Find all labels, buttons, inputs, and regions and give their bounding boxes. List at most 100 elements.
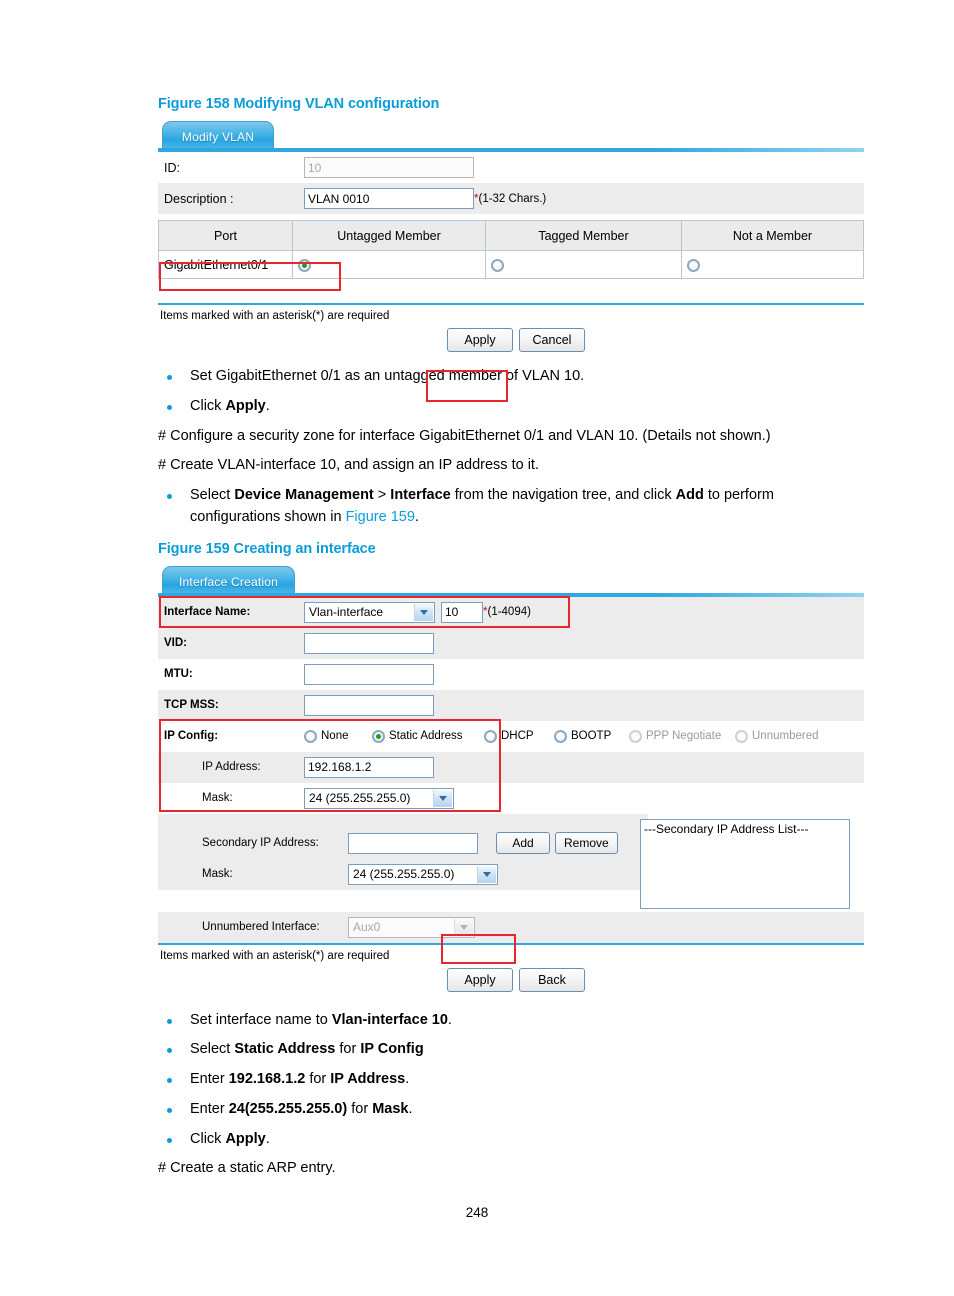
figure-158-caption: Figure 158 Modifying VLAN configuration	[158, 96, 440, 112]
interface-type-select[interactable]: Vlan-interface	[304, 601, 435, 623]
column-header-not-a-member: Not a Member	[681, 220, 864, 251]
b3-bold-ip: 192.168.1.2	[228, 1071, 306, 1087]
b2-mid: for	[335, 1041, 361, 1058]
radio-label-unnumbered: Unnumbered	[752, 730, 819, 742]
b2-prefix: Select	[190, 1041, 235, 1058]
unnumbered-interface-select: Aux0	[348, 916, 475, 938]
secondary-spacer-row	[158, 813, 648, 828]
b4-bold-mask-value: 24(255.255.255.0)	[228, 1100, 348, 1117]
radio-option-static-address[interactable]: Static Address	[372, 729, 484, 743]
ip-config-row: IP Config: None Static Address DHCP BOOT…	[158, 720, 864, 752]
ip-address-input[interactable]	[304, 756, 434, 778]
cross-reference-figure-159[interactable]: Figure 159	[346, 509, 415, 525]
b3-suffix: .	[405, 1071, 410, 1087]
mtu-input[interactable]	[304, 663, 434, 685]
radio-dhcp[interactable]	[484, 729, 497, 743]
cell-port-name: GigabitEthernet0/1	[158, 250, 293, 279]
interface-creation-panel: Interface Creation Interface Name: Vlan-…	[158, 565, 864, 992]
cell-untagged-member[interactable]	[292, 250, 486, 279]
mask-select[interactable]: 24 (255.255.255.0)	[304, 787, 454, 809]
radio-option-bootp[interactable]: BOOTP	[554, 729, 629, 743]
secondary-mask-row: Mask: 24 (255.255.255.0)	[158, 858, 648, 890]
list-item: Click Apply.	[158, 1129, 864, 1151]
secondary-mask-selected-value: 24 (255.255.255.0)	[353, 866, 455, 881]
radio-label-bootp: BOOTP	[571, 730, 612, 742]
radio-label-static-address: Static Address	[389, 730, 463, 742]
radio-label-ppp-negotiate: PPP Negotiate	[646, 730, 722, 742]
bullet-text-select: Select	[190, 487, 235, 503]
radio-option-dhcp[interactable]: DHCP	[484, 729, 554, 743]
bullet-bold-device-management: Device Management	[234, 487, 374, 503]
cancel-button[interactable]: Cancel	[519, 328, 585, 352]
list-item: Select Static Address for IP Config	[158, 1039, 864, 1061]
bullet-text-set-untagged: Set GigabitEthernet 0/1 as an untagged m…	[190, 368, 585, 384]
bullet-bold-add: Add	[675, 487, 704, 503]
vlan-description-hint: (1-32 Chars.)	[478, 192, 547, 205]
paragraph-create-vlan-interface: # Create VLAN-interface 10, and assign a…	[158, 457, 539, 474]
vlan-description-row: Description : * (1-32 Chars.)	[158, 183, 864, 214]
tcp-mss-row: TCP MSS:	[158, 689, 864, 721]
vlan-required-note: Items marked with an asterisk(*) are req…	[160, 310, 390, 322]
radio-static-address[interactable]	[372, 729, 385, 743]
apply-button[interactable]: Apply	[447, 967, 513, 992]
page-number: 248	[465, 1205, 489, 1220]
b4-mid: for	[347, 1100, 373, 1117]
secondary-mask-label: Mask:	[202, 868, 233, 880]
chevron-down-icon	[414, 603, 433, 621]
chevron-down-icon	[433, 789, 452, 807]
secondary-bottom-spacer	[158, 889, 648, 912]
add-button[interactable]: Add	[496, 832, 550, 854]
tcp-mss-input[interactable]	[304, 694, 434, 716]
mtu-row: MTU:	[158, 658, 864, 690]
apply-button[interactable]: Apply	[447, 328, 513, 352]
remove-button[interactable]: Remove	[555, 832, 618, 854]
bullet-period: .	[265, 397, 270, 414]
secondary-mask-select[interactable]: 24 (255.255.255.0)	[348, 863, 498, 885]
figure-159-caption: Figure 159 Creating an interface	[158, 540, 376, 557]
secondary-list-header: ---Secondary IP Address List---	[644, 821, 809, 836]
radio-unnumbered	[735, 729, 748, 743]
mtu-label: MTU:	[164, 668, 193, 680]
vlan-description-input[interactable]	[304, 188, 474, 209]
column-header-untagged-member: Untagged Member	[292, 220, 486, 251]
b3-bold-ip-address: IP Address	[330, 1071, 406, 1087]
secondary-ip-address-listbox[interactable]: ---Secondary IP Address List---	[640, 818, 850, 909]
radio-untagged-member[interactable]	[298, 258, 311, 272]
interface-number-hint: (1-4094)	[487, 606, 531, 618]
vlan-description-label: Description :	[164, 191, 234, 206]
list-item: Enter 24(255.255.255.0) for Mask.	[158, 1099, 864, 1121]
mask-label: Mask:	[202, 792, 233, 804]
radio-option-none[interactable]: None	[304, 729, 372, 743]
back-button[interactable]: Back	[519, 967, 585, 992]
vid-input[interactable]	[304, 632, 434, 654]
cell-not-a-member[interactable]	[681, 250, 864, 279]
radio-label-none: None	[321, 730, 349, 742]
b1-prefix: Set interface name to	[190, 1011, 332, 1028]
cell-tagged-member[interactable]	[485, 250, 682, 279]
secondary-ip-input[interactable]	[348, 832, 478, 854]
vid-row: VID:	[158, 627, 864, 659]
radio-not-a-member[interactable]	[687, 258, 700, 272]
paragraph-security-zone: # Configure a security zone for interfac…	[158, 427, 771, 444]
mask-selected-value: 24 (255.255.255.0)	[309, 790, 411, 805]
list-item: Enter 192.168.1.2 for IP Address.	[158, 1069, 864, 1091]
interface-number-input[interactable]	[441, 601, 483, 623]
b3-prefix: Enter	[190, 1071, 229, 1087]
interface-button-row: Apply Back	[158, 964, 864, 992]
radio-bootp[interactable]	[554, 729, 567, 743]
modify-vlan-tabstrip: Modify VLAN	[158, 121, 864, 152]
ip-address-row: IP Address:	[158, 751, 864, 783]
chevron-down-icon	[477, 865, 496, 883]
list-item: Select Device Management > Interface fro…	[158, 485, 864, 529]
vlan-id-label: ID:	[164, 160, 180, 175]
tab-underline	[158, 148, 864, 152]
bullet-bold-apply: Apply	[225, 397, 266, 414]
vlan-id-input[interactable]	[304, 157, 474, 178]
table-row: GigabitEthernet0/1	[158, 250, 864, 279]
radio-tagged-member[interactable]	[491, 258, 504, 272]
interface-name-label: Interface Name:	[164, 606, 251, 618]
bullet-text-nav: from the navigation tree, and click	[450, 487, 676, 503]
radio-none[interactable]	[304, 729, 317, 743]
radio-option-ppp-negotiate: PPP Negotiate	[629, 729, 735, 743]
vlan-id-row: ID:	[158, 152, 864, 183]
